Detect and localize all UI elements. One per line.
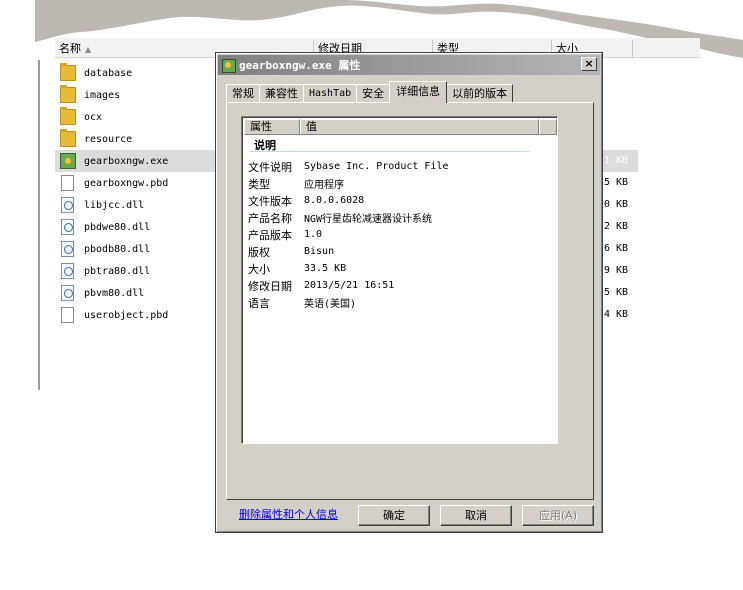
dll-icon [61,263,74,279]
folder-icon [60,107,76,125]
dll-icon [61,285,74,301]
property-key: 产品名称 [248,211,292,225]
folder-icon [60,85,76,103]
file-name: resource [84,133,133,145]
property-value: 8.0.0.6028 [304,195,365,206]
file-size: 4 KB [604,309,629,320]
tab-strip: 常规 兼容性 HashTab 安全 详细信息 以前的版本 [226,81,514,103]
property-row[interactable]: 类型 应用程序 [248,175,449,192]
file-size-column: 1 KB 5 KB 0 KB 2 KB 6 KB 9 KB 5 KB 4 KB [598,62,638,326]
property-key: 修改日期 [248,279,292,293]
apply-button[interactable]: 应用(A) [522,505,594,526]
property-key: 文件版本 [248,194,292,208]
file-name: ocx [84,111,103,123]
tab-security[interactable]: 安全 [356,84,391,103]
file-size: 2 KB [604,221,629,232]
file-name: gearboxngw.exe [84,155,169,167]
file-name: pbtra80.dll [84,265,151,277]
property-column-header[interactable]: 属性 [244,119,300,135]
property-row[interactable]: 大小 33.5 KB [248,260,449,277]
property-key: 版权 [248,245,270,259]
property-row[interactable]: 语言 英语(美国) [248,294,449,311]
properties-dialog: gearboxngw.exe 属性 × 常规 兼容性 HashTab 安全 详细… [215,52,603,533]
value-column-header[interactable]: 值 [300,119,539,135]
file-name: pbdwe80.dll [84,221,151,233]
property-key: 产品版本 [248,228,292,242]
column-name-label: 名称 [59,42,81,55]
property-rows: 文件说明 Sybase Inc. Product File 类型 应用程序文件版本 8.… [248,158,449,311]
group-divider [250,151,530,152]
dll-icon [61,197,74,213]
details-list-view[interactable]: 属性 值 说明 文件说明 Sybase Inc. Product File 类型 应用… [241,116,558,444]
property-row[interactable]: 产品名称 NGW行星齿轮减速器设计系统 [248,209,449,226]
file-size: 5 KB [604,287,629,298]
folder-icon [60,129,76,147]
property-value: 2013/5/21 16:51 [304,280,395,291]
column-name-header[interactable]: 名称 ▲ [55,40,91,58]
property-value: Bisun [304,246,335,257]
property-value: NGW行星齿轮减速器设计系统 [304,214,433,225]
details-tab-panel: 属性 值 说明 文件说明 Sybase Inc. Product File 类型 应用… [226,102,594,521]
property-key: 类型 [248,177,270,191]
file-name: gearboxngw.pbd [84,177,169,189]
extra-column-header[interactable] [539,119,557,135]
file-size [598,84,638,106]
property-value: 1.0 [304,229,323,240]
file-size: 0 KB [604,199,629,210]
property-key: 语言 [248,296,270,310]
dll-icon [61,219,74,235]
exe-icon [60,153,76,169]
cancel-button[interactable]: 取消 [440,505,512,526]
tab-general[interactable]: 常规 [226,84,260,103]
file-name: pbodb80.dll [84,243,151,255]
file-size: 5 KB [604,177,629,188]
document-icon [61,175,74,191]
dialog-title: gearboxngw.exe 属性 [239,59,361,72]
column-extra-header[interactable] [632,40,637,58]
explorer-left-border [38,60,40,390]
property-key: 大小 [248,262,270,276]
close-button[interactable]: × [581,57,597,71]
file-size [598,128,638,150]
tab-previous-versions[interactable]: 以前的版本 [446,84,514,103]
file-size: 9 KB [604,265,629,276]
property-value: Sybase Inc. Product File [304,161,449,172]
file-name: images [84,89,121,101]
property-row[interactable]: 版权 Bisun [248,243,449,260]
property-value: 应用程序 [304,180,344,191]
file-size [598,106,638,128]
property-row[interactable]: 产品版本 1.0 [248,226,449,243]
property-value: 33.5 KB [304,263,347,274]
file-name: database [84,67,133,79]
tab-compatibility[interactable]: 兼容性 [259,84,304,103]
property-row[interactable]: 修改日期 2013/5/21 16:51 [248,277,449,294]
sort-up-icon: ▲ [85,45,92,54]
tab-details[interactable]: 详细信息 [389,81,448,103]
property-row[interactable]: 文件说明 Sybase Inc. Product File [248,158,449,175]
file-name: userobject.pbd [84,309,169,321]
file-name: libjcc.dll [84,199,145,211]
list-header: 属性 值 [244,119,557,135]
property-value: 英语(美国) [304,299,357,310]
file-size [598,62,638,84]
ok-button[interactable]: 确定 [358,505,430,526]
folder-icon [60,63,76,81]
property-key: 文件说明 [248,160,292,174]
file-size: 6 KB [604,243,629,254]
file-size: 1 KB [598,150,638,172]
remove-properties-link[interactable]: 删除属性和个人信息 [239,506,338,522]
property-row[interactable]: 文件版本 8.0.0.6028 [248,192,449,209]
file-name: pbvm80.dll [84,287,145,299]
dialog-titlebar[interactable]: gearboxngw.exe 属性 × [218,55,600,75]
dll-icon [61,241,74,257]
document-icon [61,307,74,323]
application-icon [221,58,236,73]
tab-hashtab[interactable]: HashTab [303,84,358,103]
